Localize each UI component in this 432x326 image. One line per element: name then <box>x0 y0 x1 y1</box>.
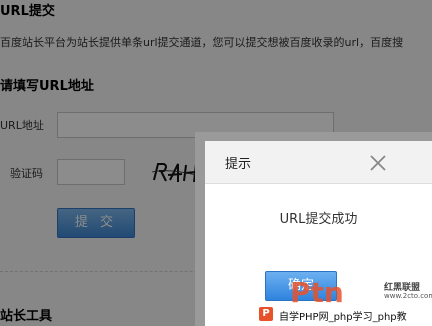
dialog-message: URL提交成功 <box>279 212 358 227</box>
dialog-header: 提示 <box>205 141 432 184</box>
close-icon[interactable] <box>369 154 387 172</box>
php-logo-icon: P <box>259 307 273 321</box>
watermark-logo: Ptn <box>290 278 344 306</box>
watermark-banner: P 自学PHP网_php学习_php教 <box>255 304 432 326</box>
watermark-banner-text: 自学PHP网_php学习_php教 <box>279 312 407 323</box>
watermark-site: www.2cto.com <box>384 292 432 300</box>
dialog-title: 提示 <box>225 157 252 172</box>
watermark-logo-text: Ptn <box>290 278 344 306</box>
